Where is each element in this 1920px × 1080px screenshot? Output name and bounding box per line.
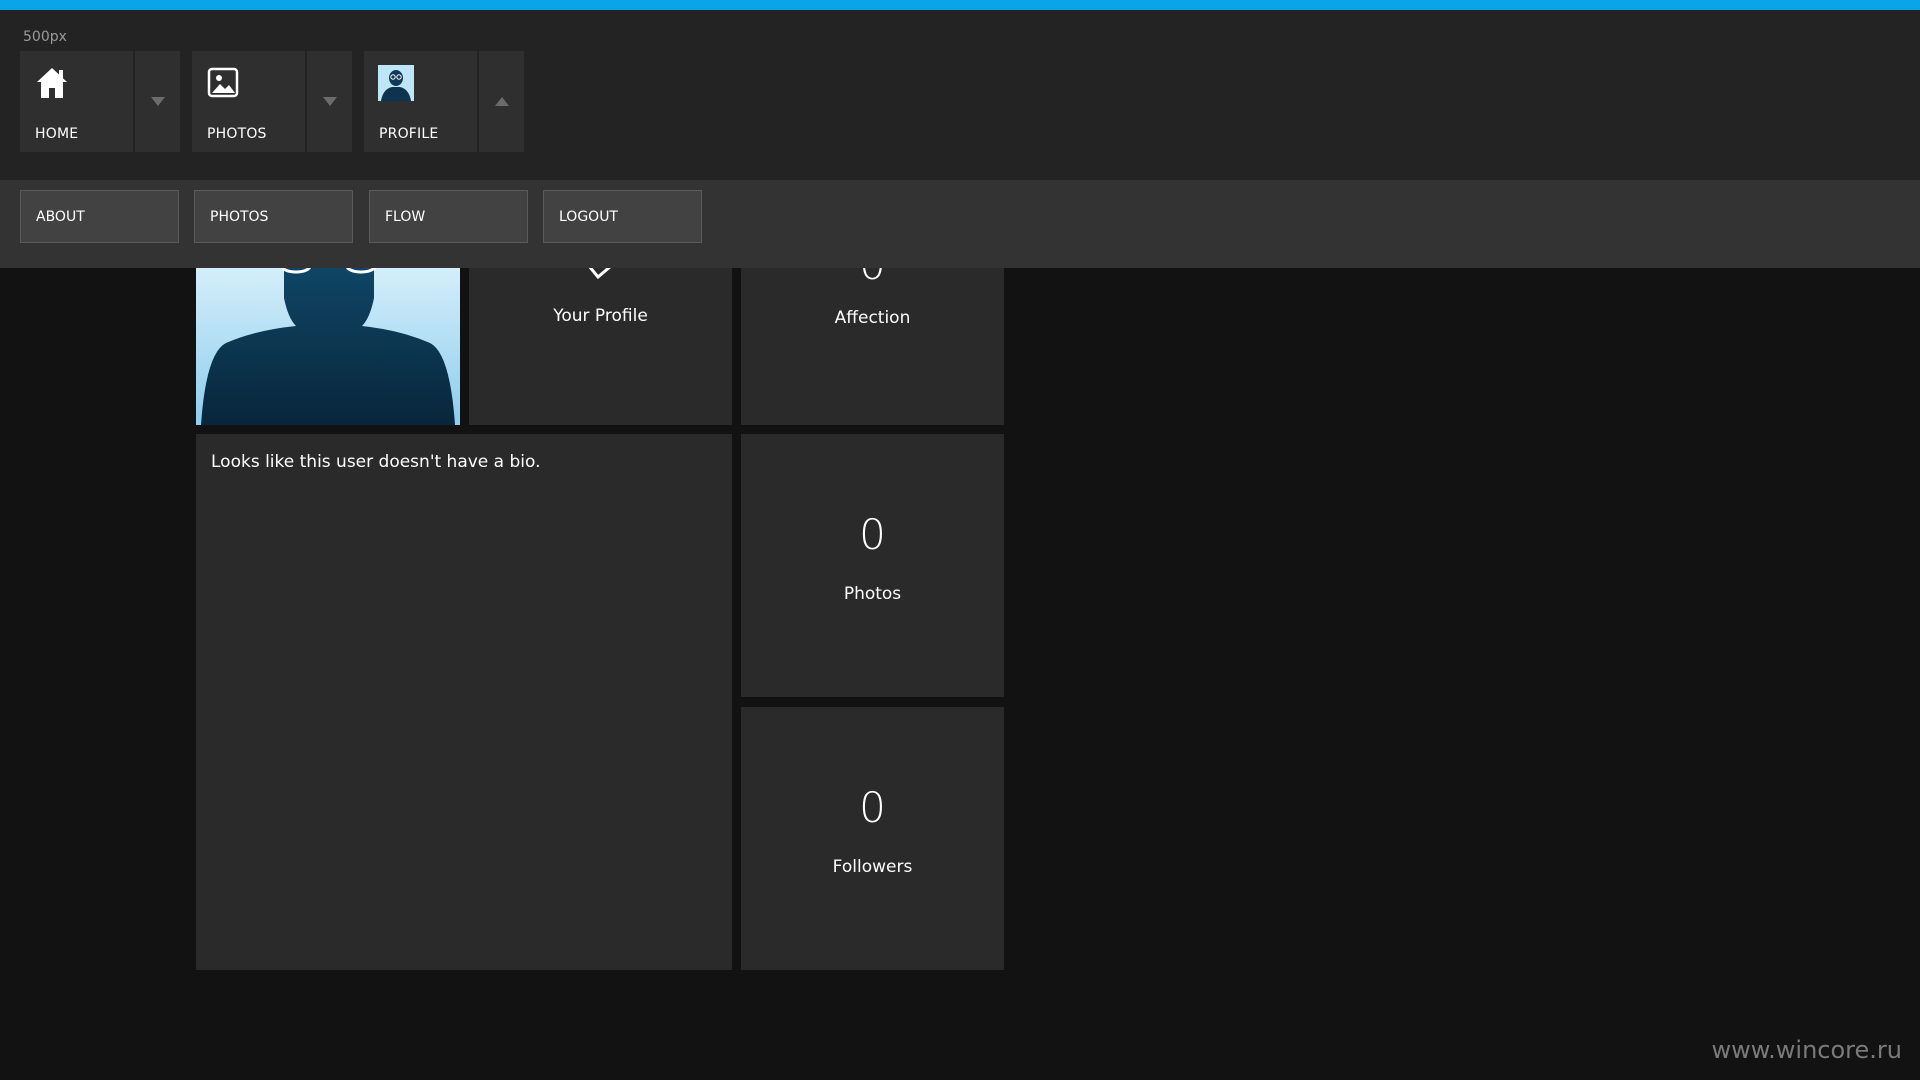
nav-photos-button[interactable]: PHOTOS (192, 51, 305, 152)
chevron-up-icon (495, 97, 509, 106)
top-app-bar: 500px HOME PHOTOS PROFILE (0, 10, 1920, 180)
bio-tile: Looks like this user doesn't have a bio. (196, 434, 732, 970)
nav-group-photos: PHOTOS (192, 51, 352, 152)
accent-bar (0, 0, 1920, 10)
followers-tile[interactable]: 0 Followers (741, 707, 1004, 970)
subnav-flow-label: FLOW (385, 209, 426, 225)
subnav-about-label: ABOUT (36, 209, 85, 225)
watermark: www.wincore.ru (1711, 1036, 1902, 1064)
chevron-down-icon (151, 97, 165, 106)
nav-profile-collapse[interactable] (479, 51, 524, 152)
profile-subnav: ABOUT PHOTOS FLOW LOGOUT (0, 180, 1920, 268)
profile-content: Your Profile 0 Affection Looks like this… (0, 268, 1920, 1080)
image-icon (207, 67, 239, 98)
nav-photos-dropdown[interactable] (307, 51, 352, 152)
affection-label: Affection (834, 308, 911, 328)
photos-count: 0 (859, 510, 886, 559)
profile-avatar[interactable] (196, 268, 460, 425)
affection-count: 0 (741, 268, 1004, 289)
nav-profile-button[interactable]: PROFILE (364, 51, 477, 152)
your-profile-tile[interactable]: Your Profile (469, 268, 732, 425)
home-icon (37, 68, 67, 98)
bio-text: Looks like this user doesn't have a bio. (211, 452, 541, 472)
subnav-about-button[interactable]: ABOUT (20, 190, 179, 243)
app-title: 500px (23, 29, 67, 45)
your-profile-label: Your Profile (553, 306, 648, 326)
subnav-photos-label: PHOTOS (210, 209, 269, 225)
nav-profile-label: PROFILE (379, 126, 439, 142)
silhouette-avatar-image (196, 268, 460, 425)
subnav-photos-button[interactable]: PHOTOS (194, 190, 353, 243)
photos-count-label: Photos (843, 584, 902, 604)
nav-home-button[interactable]: HOME (20, 51, 133, 152)
followers-count: 0 (859, 783, 886, 832)
nav-home-label: HOME (35, 126, 79, 142)
nav-photos-label: PHOTOS (207, 126, 267, 142)
followers-label: Followers (832, 857, 913, 877)
avatar-icon (378, 65, 414, 101)
app-window: 500px HOME PHOTOS PROFILE ABOUT PHOTOS F… (0, 0, 1920, 1080)
subnav-flow-button[interactable]: FLOW (369, 190, 528, 243)
photos-count-tile[interactable]: 0 Photos (741, 434, 1004, 697)
nav-group-profile: PROFILE (364, 51, 524, 152)
nav-home-dropdown[interactable] (135, 51, 180, 152)
subnav-logout-label: LOGOUT (559, 209, 618, 225)
nav-group-home: HOME (20, 51, 180, 152)
subnav-logout-button[interactable]: LOGOUT (543, 190, 702, 243)
checkmark-icon (588, 268, 611, 280)
affection-tile: 0 Affection (741, 268, 1004, 425)
chevron-down-icon (323, 97, 337, 106)
